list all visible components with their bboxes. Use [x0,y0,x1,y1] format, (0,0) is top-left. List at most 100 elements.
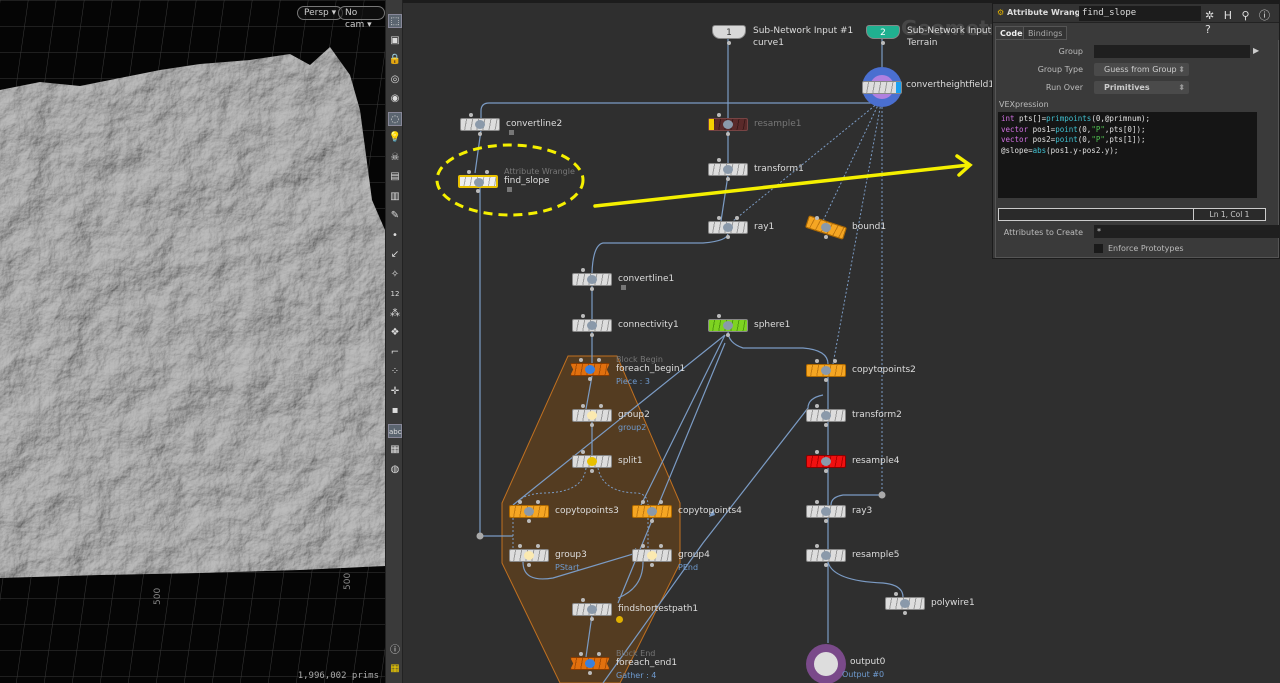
transform1-node[interactable] [708,163,748,176]
resample1-node[interactable] [708,118,748,131]
output-port[interactable] [590,469,594,473]
input-port[interactable] [894,592,898,596]
template-icon[interactable]: ▥ [388,190,402,204]
output-port[interactable] [824,423,828,427]
light-bulb-icon[interactable]: 💡 [388,131,402,145]
vector-icon[interactable]: ↙ [388,248,402,262]
input-port[interactable] [659,500,663,504]
enforce-prototypes-checkbox[interactable] [1094,244,1103,253]
copytopoints4-node[interactable] [632,505,672,518]
convertheightfield1-body[interactable] [862,81,902,94]
connectivity1-node[interactable] [572,319,612,332]
output-port[interactable] [881,41,885,45]
skull-icon[interactable]: ☠ [388,151,402,165]
find_slope-node[interactable] [458,175,498,188]
input-port[interactable] [581,268,585,272]
output-port[interactable] [726,235,730,239]
split1-node[interactable] [572,455,612,468]
input-port[interactable] [536,544,540,548]
input-port[interactable] [815,359,819,363]
copytopoints3-node[interactable] [509,505,549,518]
visualizer-icon[interactable]: ❖ [388,326,402,340]
output-port[interactable] [650,563,654,567]
output-port[interactable] [824,563,828,567]
input-port[interactable] [833,359,837,363]
lock-icon[interactable]: 🔒 [388,53,402,67]
light-icon[interactable]: ◎ [388,73,402,87]
subnet2-node[interactable]: 2 [866,25,900,39]
background-icon[interactable]: ▦ [388,443,402,457]
input-port[interactable] [717,314,721,318]
input-port[interactable] [815,500,819,504]
input-port[interactable] [599,404,603,408]
copytopoints2-node[interactable] [806,364,846,377]
output-port[interactable] [650,519,654,523]
transform2-node[interactable] [806,409,846,422]
points-icon[interactable]: ⁘ [388,365,402,379]
input-port[interactable] [536,500,540,504]
input-port[interactable] [735,216,739,220]
input-port[interactable] [815,544,819,548]
input-port[interactable] [815,216,819,220]
input-port[interactable] [641,544,645,548]
output-port[interactable] [727,41,731,45]
ray1-node[interactable] [708,221,748,234]
input-port[interactable] [485,170,489,174]
ray3-node[interactable] [806,505,846,518]
input-port[interactable] [467,170,471,174]
output-port[interactable] [903,611,907,615]
header-icons[interactable]: ✲ H ⚲ ⓘ ? [1205,7,1279,36]
input-port[interactable] [597,652,601,656]
input-port[interactable] [659,544,663,548]
input-port[interactable] [717,216,721,220]
output-port[interactable] [824,519,828,523]
select-view-icon[interactable]: ⬚ [388,14,402,28]
transform-icon[interactable]: ✛ [388,385,402,399]
output-port[interactable] [590,423,594,427]
number-icon[interactable]: 12 [388,287,402,301]
input-port[interactable] [597,358,601,362]
input-port[interactable] [579,652,583,656]
input-port[interactable] [815,450,819,454]
view-menu[interactable]: Persp ▾ [297,6,344,20]
warning-icon[interactable] [616,616,623,623]
input-port[interactable] [579,358,583,362]
output-port[interactable] [478,132,482,136]
output-port[interactable] [588,671,592,675]
input-port[interactable] [641,500,645,504]
output-port[interactable] [726,333,730,337]
output-port[interactable] [590,333,594,337]
output-port[interactable] [588,377,592,381]
output-port[interactable] [527,519,531,523]
paint-icon[interactable]: ✎ [388,209,402,223]
input-port[interactable] [581,598,585,602]
convertline2-node[interactable] [460,118,500,131]
output-port[interactable] [824,235,828,239]
normals-icon[interactable]: ⁂ [388,307,402,321]
vex-code-editor[interactable]: int pts[]=primpoints(0,@primnum); vector … [998,112,1257,198]
output-port[interactable] [824,469,828,473]
3d-viewport[interactable]: 500 500 Persp ▾ No cam ▾ 1,996,002 prims [0,0,385,683]
pin-icon[interactable]: ✧ [388,268,402,282]
input-port[interactable] [581,314,585,318]
sphere1-node[interactable] [708,319,748,332]
info-icon[interactable]: ⓘ [388,644,402,658]
run-over-menu[interactable]: Primitives [1094,81,1189,94]
output-port[interactable] [590,287,594,291]
output-port[interactable] [476,189,480,193]
point-icon[interactable]: • [388,229,402,243]
subnet1-node[interactable]: 1 [712,25,746,39]
output0-node[interactable] [806,644,846,683]
output-port[interactable] [726,177,730,181]
text-icon[interactable]: abc [388,423,402,438]
polywire1-node[interactable] [885,597,925,610]
layout-icon[interactable]: ▦ [388,662,402,676]
crop-icon[interactable]: ⌐ [388,346,402,360]
output-port[interactable] [590,617,594,621]
snapshot-icon[interactable]: ▣ [388,34,402,48]
group4-node[interactable] [632,549,672,562]
group2-node[interactable] [572,409,612,422]
group-field[interactable] [1094,45,1250,58]
input-port[interactable] [469,113,473,117]
input-port[interactable] [518,544,522,548]
